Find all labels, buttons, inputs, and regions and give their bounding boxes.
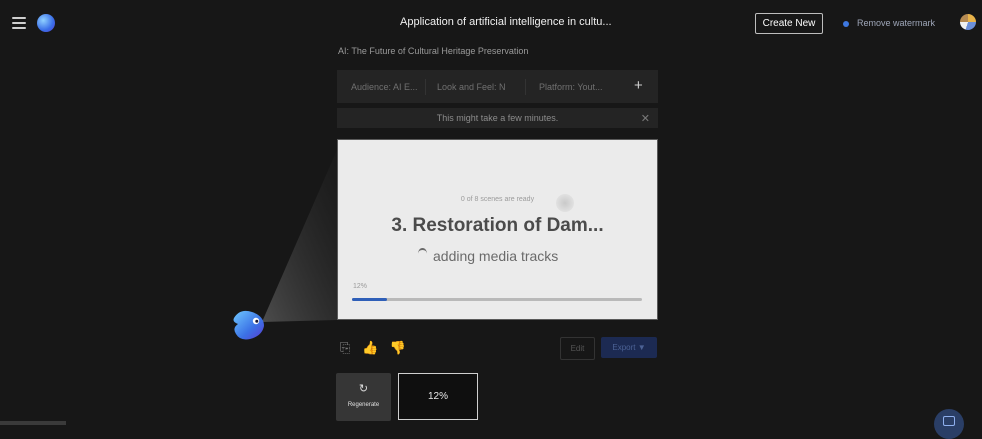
close-icon[interactable]: ✕ — [641, 112, 650, 125]
remove-watermark-label: Remove watermark — [857, 18, 936, 28]
scene-status: adding media tracks — [418, 248, 558, 264]
progress-percent: 12% — [353, 283, 368, 290]
copy-icon[interactable]: ⎘ — [340, 340, 350, 355]
remove-watermark-button[interactable]: Remove watermark — [843, 18, 935, 28]
user-avatar-icon[interactable] — [960, 14, 976, 30]
chat-support-button[interactable] — [934, 409, 964, 439]
platform-option[interactable]: Platform: Yout... — [539, 82, 603, 92]
scenes-ready-text: 0 of 8 scenes are ready — [460, 196, 535, 203]
wait-notice: This might take a few minutes. ✕ — [337, 108, 658, 128]
top-bar: Application of artificial intelligence i… — [0, 0, 982, 46]
refresh-icon: ↻ — [358, 383, 369, 395]
video-preview[interactable]: 0 of 8 scenes are ready 3. Restoration o… — [337, 139, 658, 320]
mascot-fish-icon — [233, 310, 264, 340]
progress-bar — [352, 298, 642, 301]
create-new-button[interactable]: Create New — [755, 13, 823, 34]
export-button[interactable]: Export ▼ — [601, 337, 657, 358]
thumbs-up-icon[interactable]: 👍 — [362, 340, 378, 355]
thumbnail-percent: 12% — [427, 391, 448, 402]
project-title: Application of artificial intelligence i… — [400, 16, 612, 28]
regenerate-label: Regenerate — [347, 402, 380, 408]
video-title: AI: The Future of Cultural Heritage Pres… — [338, 46, 529, 56]
hamburger-menu-icon[interactable] — [12, 17, 26, 29]
thumbs-down-icon[interactable]: 👎 — [390, 340, 406, 355]
divider — [525, 79, 526, 95]
notice-text: This might take a few minutes. — [436, 113, 559, 123]
progress-fill — [352, 298, 387, 301]
status-text: adding media tracks — [433, 248, 559, 264]
look-and-feel-option[interactable]: Look and Feel: N — [437, 82, 506, 92]
video-options-bar: Audience: AI E... Look and Feel: N Platf… — [337, 70, 658, 103]
watermark-dot-icon — [843, 20, 849, 27]
feedback-bar: ⎘ 👍 👎 — [340, 340, 414, 356]
regenerate-button[interactable]: ↻ Regenerate — [336, 373, 391, 421]
scene-title: 3. Restoration of Dam... — [391, 215, 604, 236]
audience-option[interactable]: Audience: AI E... — [351, 82, 418, 92]
loading-spinner-icon — [418, 248, 427, 259]
divider — [425, 79, 426, 95]
app-logo-icon[interactable] — [37, 14, 55, 32]
bottom-scrollbar[interactable] — [0, 421, 66, 425]
version-thumbnail[interactable]: 12% — [398, 373, 478, 420]
add-option-icon[interactable]: + — [634, 77, 643, 94]
edit-button[interactable]: Edit — [560, 337, 595, 360]
